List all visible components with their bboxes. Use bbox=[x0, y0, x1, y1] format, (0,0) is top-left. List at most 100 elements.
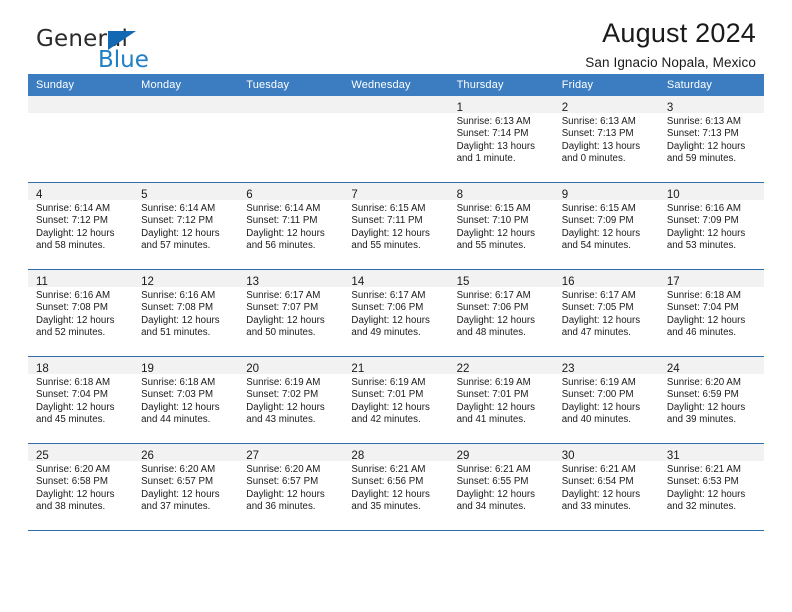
sunset-text: Sunset: 6:58 PM bbox=[36, 476, 108, 488]
day-number-band: 18 bbox=[28, 357, 134, 375]
calendar-day-cell[interactable]: 29 Sunrise: 6:21 AM Sunset: 6:55 PM Dayligh… bbox=[448, 443, 554, 530]
sunset-text: Sunset: 7:07 PM bbox=[246, 302, 319, 314]
calendar-day-cell[interactable]: 3 Sunrise: 6:13 AM Sunset: 7:13 PM Daylight… bbox=[658, 96, 764, 183]
sunrise-text: Sunrise: 6:18 AM bbox=[36, 377, 111, 388]
daylight-text-line2: and 54 minutes. bbox=[561, 240, 631, 252]
calendar-day-cell[interactable]: 1 Sunrise: 6:13 AM Sunset: 7:14 PM Daylight… bbox=[448, 96, 554, 183]
calendar-day-cell[interactable]: 25 Sunrise: 6:20 AM Sunset: 6:58 PM Dayligh… bbox=[28, 443, 134, 530]
day-number-band: 13 bbox=[238, 270, 344, 288]
day-sun-info: Sunrise: 6:16 AM Sunset: 7:08 PM Daylight:… bbox=[133, 287, 238, 340]
calendar-day-cell[interactable]: 31 Sunrise: 6:21 AM Sunset: 6:53 PM Dayligh… bbox=[658, 443, 764, 530]
calendar-day-cell[interactable]: 13 Sunrise: 6:17 AM Sunset: 7:07 PM Dayligh… bbox=[238, 269, 344, 357]
calendar-day-cell[interactable]: 23 Sunrise: 6:19 AM Sunset: 7:00 PM Dayligh… bbox=[553, 356, 659, 444]
sunset-text: Sunset: 7:05 PM bbox=[561, 302, 634, 314]
day-number: 24 bbox=[666, 363, 680, 375]
daylight-text-line2: and 40 minutes. bbox=[561, 414, 631, 426]
sunrise-text: Sunrise: 6:19 AM bbox=[351, 377, 426, 388]
day-sun-info: Sunrise: 6:19 AM Sunset: 7:00 PM Daylight:… bbox=[554, 374, 659, 427]
calendar-header-row: Sunday Monday Tuesday Wednesday Thursday Frid… bbox=[28, 74, 764, 96]
day-cell-content: 21 Sunrise: 6:19 AM Sunset: 7:01 PM Dayligh… bbox=[343, 357, 449, 443]
calendar-day-cell[interactable]: 17 Sunrise: 6:18 AM Sunset: 7:04 PM Dayligh… bbox=[658, 269, 764, 357]
day-number-band bbox=[28, 96, 134, 113]
daylight-text-line2: and 52 minutes. bbox=[36, 327, 106, 339]
calendar-day-cell[interactable]: 30 Sunrise: 6:21 AM Sunset: 6:54 PM Dayligh… bbox=[553, 443, 659, 530]
calendar-day-cell[interactable]: 28 Sunrise: 6:21 AM Sunset: 6:56 PM Dayligh… bbox=[343, 443, 449, 530]
daylight-text-line1: Daylight: 12 hours bbox=[666, 314, 746, 326]
day-sun-info: Sunrise: 6:18 AM Sunset: 7:04 PM Daylight:… bbox=[28, 374, 133, 427]
day-number-band: 1 bbox=[448, 96, 554, 114]
calendar-day-cell[interactable]: 21 Sunrise: 6:19 AM Sunset: 7:01 PM Dayligh… bbox=[343, 356, 449, 444]
daylight-text-line2: and 55 minutes. bbox=[456, 240, 526, 252]
sunset-text: Sunset: 6:57 PM bbox=[141, 476, 214, 488]
calendar-day-cell[interactable]: 9 Sunrise: 6:15 AM Sunset: 7:09 PM Daylight… bbox=[553, 182, 659, 270]
sunrise-text: Sunrise: 6:17 AM bbox=[246, 290, 321, 301]
day-number: 30 bbox=[561, 450, 575, 462]
day-number-band: 27 bbox=[238, 444, 344, 462]
calendar-day-cell[interactable]: 27 Sunrise: 6:20 AM Sunset: 6:57 PM Dayligh… bbox=[238, 443, 344, 530]
day-cell-content: 23 Sunrise: 6:19 AM Sunset: 7:00 PM Dayligh… bbox=[553, 357, 659, 443]
calendar-day-cell[interactable]: 10 Sunrise: 6:16 AM Sunset: 7:09 PM Dayligh… bbox=[658, 182, 764, 270]
calendar-day-cell[interactable]: 15 Sunrise: 6:17 AM Sunset: 7:06 PM Dayligh… bbox=[448, 269, 554, 357]
calendar-day-cell[interactable]: 22 Sunrise: 6:19 AM Sunset: 7:01 PM Dayligh… bbox=[448, 356, 554, 444]
daylight-text-line1: Daylight: 12 hours bbox=[351, 314, 430, 326]
daylight-text-line2: and 36 minutes. bbox=[246, 501, 316, 513]
daylight-text-line2: and 35 minutes. bbox=[351, 501, 421, 513]
sunset-text: Sunset: 7:04 PM bbox=[666, 302, 739, 314]
day-sun-info: Sunrise: 6:14 AM Sunset: 7:12 PM Daylight:… bbox=[28, 200, 133, 253]
calendar-day-cell[interactable]: 2 Sunrise: 6:13 AM Sunset: 7:13 PM Daylight… bbox=[553, 96, 659, 183]
sunset-text: Sunset: 7:14 PM bbox=[456, 128, 529, 140]
day-number: 26 bbox=[141, 450, 154, 462]
day-sun-info: Sunrise: 6:13 AM Sunset: 7:14 PM Daylight:… bbox=[449, 113, 554, 166]
calendar-day-cell[interactable]: 24 Sunrise: 6:20 AM Sunset: 6:59 PM Dayligh… bbox=[658, 356, 764, 444]
sunrise-text: Sunrise: 6:13 AM bbox=[561, 116, 636, 127]
daylight-text-line2: and 48 minutes. bbox=[456, 327, 526, 339]
daylight-text-line2: and 53 minutes. bbox=[666, 240, 737, 252]
day-cell-content: 1 Sunrise: 6:13 AM Sunset: 7:14 PM Daylight… bbox=[448, 96, 554, 182]
calendar-day-cell[interactable]: 19 Sunrise: 6:18 AM Sunset: 7:03 PM Dayligh… bbox=[133, 356, 239, 444]
day-cell-content: 28 Sunrise: 6:21 AM Sunset: 6:56 PM Dayligh… bbox=[343, 444, 449, 530]
day-number-band: 22 bbox=[448, 357, 554, 375]
sunrise-text: Sunrise: 6:16 AM bbox=[666, 203, 741, 214]
calendar-day-cell[interactable]: 14 Sunrise: 6:17 AM Sunset: 7:06 PM Dayligh… bbox=[343, 269, 449, 357]
calendar-day-cell[interactable]: 20 Sunrise: 6:19 AM Sunset: 7:02 PM Dayligh… bbox=[238, 356, 344, 444]
day-number-band: 2 bbox=[553, 96, 659, 114]
day-number: 25 bbox=[36, 450, 49, 462]
sunrise-text: Sunrise: 6:21 AM bbox=[456, 464, 531, 475]
daylight-text-line1: Daylight: 12 hours bbox=[141, 401, 220, 413]
daylight-text-line2: and 33 minutes. bbox=[561, 501, 631, 513]
general-blue-logo[interactable]: General Blue bbox=[36, 26, 236, 74]
day-cell-content: 19 Sunrise: 6:18 AM Sunset: 7:03 PM Dayligh… bbox=[133, 357, 239, 443]
daylight-text-line1: Daylight: 12 hours bbox=[456, 314, 536, 326]
calendar-day-cell-empty bbox=[238, 96, 344, 183]
calendar-day-cell[interactable]: 16 Sunrise: 6:17 AM Sunset: 7:05 PM Dayligh… bbox=[553, 269, 659, 357]
calendar-day-cell[interactable]: 18 Sunrise: 6:18 AM Sunset: 7:04 PM Dayligh… bbox=[28, 356, 134, 444]
day-cell-content: 5 Sunrise: 6:14 AM Sunset: 7:12 PM Daylight… bbox=[133, 183, 239, 269]
daylight-text-line1: Daylight: 12 hours bbox=[36, 227, 115, 239]
calendar-day-cell[interactable]: 7 Sunrise: 6:15 AM Sunset: 7:11 PM Daylight… bbox=[343, 182, 449, 270]
calendar-day-cell[interactable]: 12 Sunrise: 6:16 AM Sunset: 7:08 PM Dayligh… bbox=[133, 269, 239, 357]
day-sun-info bbox=[133, 113, 238, 116]
day-sun-info: Sunrise: 6:20 AM Sunset: 6:57 PM Daylight:… bbox=[133, 461, 238, 514]
day-number-band: 21 bbox=[343, 357, 449, 375]
calendar-day-cell[interactable]: 8 Sunrise: 6:15 AM Sunset: 7:10 PM Daylight… bbox=[448, 182, 554, 270]
day-number-band: 16 bbox=[553, 270, 659, 288]
day-sun-info: Sunrise: 6:16 AM Sunset: 7:08 PM Daylight:… bbox=[28, 287, 133, 340]
day-number-band: 28 bbox=[343, 444, 449, 462]
day-cell-content: 4 Sunrise: 6:14 AM Sunset: 7:12 PM Daylight… bbox=[28, 183, 134, 269]
sunset-text: Sunset: 6:53 PM bbox=[666, 476, 739, 488]
daylight-text-line1: Daylight: 12 hours bbox=[246, 401, 325, 413]
sunrise-text: Sunrise: 6:18 AM bbox=[666, 290, 741, 301]
calendar-day-cell[interactable]: 6 Sunrise: 6:14 AM Sunset: 7:11 PM Daylight… bbox=[238, 182, 344, 270]
calendar-day-cell[interactable]: 4 Sunrise: 6:14 AM Sunset: 7:12 PM Daylight… bbox=[28, 182, 134, 270]
day-number: 18 bbox=[36, 363, 49, 375]
sunrise-text: Sunrise: 6:13 AM bbox=[666, 116, 741, 127]
daylight-text-line2: and 58 minutes. bbox=[36, 240, 106, 252]
sunset-text: Sunset: 6:57 PM bbox=[246, 476, 319, 488]
day-number-band: 6 bbox=[238, 183, 344, 201]
calendar-day-cell[interactable]: 11 Sunrise: 6:16 AM Sunset: 7:08 PM Dayligh… bbox=[28, 269, 134, 357]
calendar-day-cell[interactable]: 5 Sunrise: 6:14 AM Sunset: 7:12 PM Daylight… bbox=[133, 182, 239, 270]
sunrise-text: Sunrise: 6:14 AM bbox=[246, 203, 321, 214]
daylight-text-line2: and 49 minutes. bbox=[351, 327, 421, 339]
day-number-band: 4 bbox=[28, 183, 134, 201]
calendar-day-cell[interactable]: 26 Sunrise: 6:20 AM Sunset: 6:57 PM Dayligh… bbox=[133, 443, 239, 530]
